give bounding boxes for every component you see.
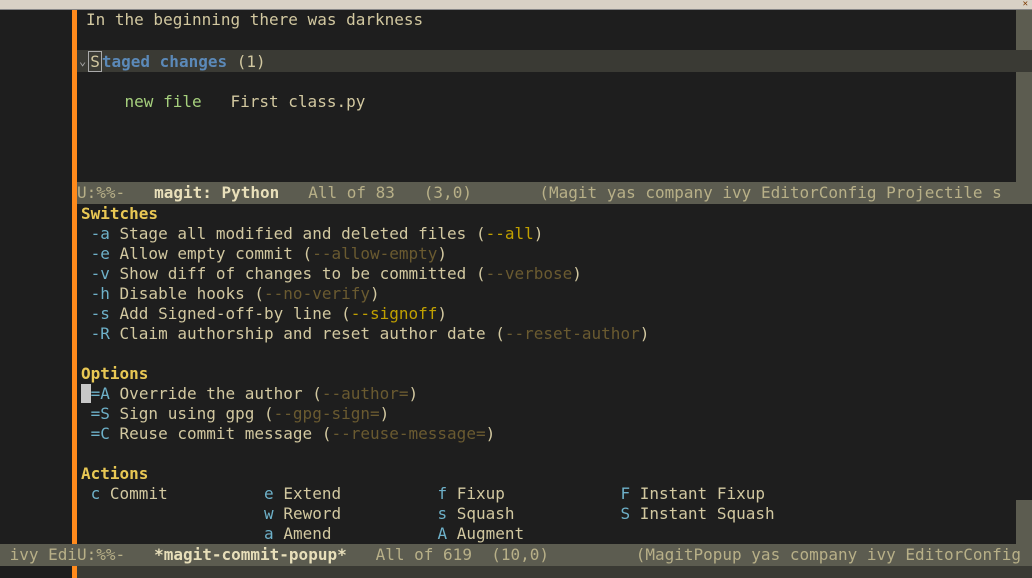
section-marker: S: [88, 51, 102, 72]
switch-desc: Show diff of changes to be committed (: [120, 264, 486, 283]
staged-file-row[interactable]: new file First class.py: [77, 72, 1032, 92]
chevron-down-icon: ⌄: [77, 54, 88, 68]
action-key: e: [254, 484, 283, 503]
action-key: s: [428, 504, 457, 523]
action-key: c: [81, 484, 110, 503]
modeline-commit-popup: U:%%- *magit-commit-popup* All of 619 (1…: [77, 544, 1032, 566]
action-item[interactable]: c Commit: [81, 484, 254, 503]
option-flag: --author=: [322, 384, 409, 403]
switch-desc: Stage all modified and deleted files (: [120, 224, 486, 243]
switch-key: -a: [81, 224, 120, 243]
minibuffer[interactable]: [77, 566, 1032, 578]
action-label: Reword: [283, 504, 428, 523]
action-key: A: [428, 524, 457, 543]
close-icon[interactable]: ✕: [1023, 0, 1028, 9]
action-label: Instant Fixup: [640, 484, 765, 503]
switch-row[interactable]: -h Disable hooks (--no-verify): [77, 284, 1032, 304]
option-desc: Reuse commit message (: [120, 424, 332, 443]
switches-header: Switches: [77, 204, 1032, 224]
action-row: w Reword s Squash S Instant Squash: [77, 504, 1032, 524]
switch-key: -e: [81, 244, 120, 263]
action-label: Extend: [283, 484, 428, 503]
action-row: a Amend A Augment: [77, 524, 1032, 544]
option-flag: --gpg-sign=: [274, 404, 380, 423]
switch-desc: Disable hooks (: [120, 284, 265, 303]
magit-commit-popup-pane: Switches -a Stage all modified and delet…: [77, 204, 1032, 544]
action-key: S: [611, 504, 640, 523]
switch-flag: --allow-empty: [312, 244, 437, 263]
switch-key: -R: [81, 324, 120, 343]
action-label: Commit: [110, 484, 255, 503]
action-row: c Commit e Extend f Fixup F Instant Fixu…: [77, 484, 1032, 504]
option-key: =C: [81, 424, 120, 443]
modeline-left-truncated: ivy Edi: [0, 544, 77, 566]
action-item[interactable]: f Fixup: [428, 484, 611, 503]
switch-flag: --reset-author: [505, 324, 640, 343]
switch-flag: --no-verify: [264, 284, 370, 303]
action-key: a: [254, 524, 283, 543]
cursor: [81, 384, 91, 403]
switch-key: -v: [81, 264, 120, 283]
action-item[interactable]: A Augment: [428, 524, 524, 543]
option-desc: Sign using gpg (: [120, 404, 274, 423]
actions-header: Actions: [77, 464, 1032, 484]
action-key: f: [428, 484, 457, 503]
action-label: Instant Squash: [640, 504, 775, 523]
switch-desc: Add Signed-off-by line (: [120, 304, 351, 323]
staged-count: (1): [237, 52, 266, 71]
option-row[interactable]: =C Reuse commit message (--reuse-message…: [77, 424, 1032, 444]
file-name: First class.py: [202, 92, 366, 111]
action-item[interactable]: F Instant Fixup: [611, 484, 765, 503]
file-status: new file: [125, 92, 202, 111]
switch-flag: --verbose: [486, 264, 573, 283]
head-commit-msg: In the beginning there was darkness: [77, 10, 1032, 30]
switch-row[interactable]: -s Add Signed-off-by line (--signoff): [77, 304, 1032, 324]
action-item[interactable]: w Reword: [254, 504, 427, 523]
option-desc: Override the author (: [120, 384, 322, 403]
action-label: Squash: [457, 504, 611, 523]
window-titlebar: ✕: [0, 0, 1032, 10]
switch-row[interactable]: -e Allow empty commit (--allow-empty): [77, 244, 1032, 264]
action-item[interactable]: e Extend: [254, 484, 427, 503]
staged-label: taged changes: [102, 52, 227, 71]
action-label: [110, 504, 255, 523]
option-key: =A: [91, 384, 120, 403]
action-key: F: [611, 484, 640, 503]
action-label: Amend: [283, 524, 428, 543]
magit-status-pane: In the beginning there was darkness ⌄Sta…: [77, 10, 1032, 92]
action-item[interactable]: S Instant Squash: [611, 504, 775, 523]
option-key: =S: [81, 404, 120, 423]
action-label: Augment: [457, 524, 524, 543]
switch-flag: --signoff: [351, 304, 438, 323]
switch-key: -s: [81, 304, 120, 323]
switch-desc: Allow empty commit (: [120, 244, 313, 263]
action-item: [81, 504, 254, 523]
action-key: [81, 504, 110, 523]
staged-section-header[interactable]: ⌄Staged changes (1): [77, 50, 1032, 72]
switch-desc: Claim authorship and reset author date (: [120, 324, 505, 343]
action-item: [81, 524, 254, 543]
option-row[interactable]: =S Sign using gpg (--gpg-sign=): [77, 404, 1032, 424]
action-item[interactable]: s Squash: [428, 504, 611, 523]
action-label: Fixup: [457, 484, 611, 503]
switch-key: -h: [81, 284, 120, 303]
option-row[interactable]: =A Override the author (--author=): [77, 384, 1032, 404]
action-label: [110, 524, 255, 543]
action-key: w: [254, 504, 283, 523]
switch-flag: --all: [486, 224, 534, 243]
switch-row[interactable]: -v Show diff of changes to be committed …: [77, 264, 1032, 284]
modeline-magit-status: U:%%- magit: Python All of 83 (3,0) (Mag…: [77, 182, 1032, 204]
switch-row[interactable]: -a Stage all modified and deleted files …: [77, 224, 1032, 244]
action-item[interactable]: a Amend: [254, 524, 427, 543]
switch-row[interactable]: -R Claim authorship and reset author dat…: [77, 324, 1032, 344]
option-flag: --reuse-message=: [331, 424, 485, 443]
options-header: Options: [77, 364, 1032, 384]
action-key: [81, 524, 110, 543]
